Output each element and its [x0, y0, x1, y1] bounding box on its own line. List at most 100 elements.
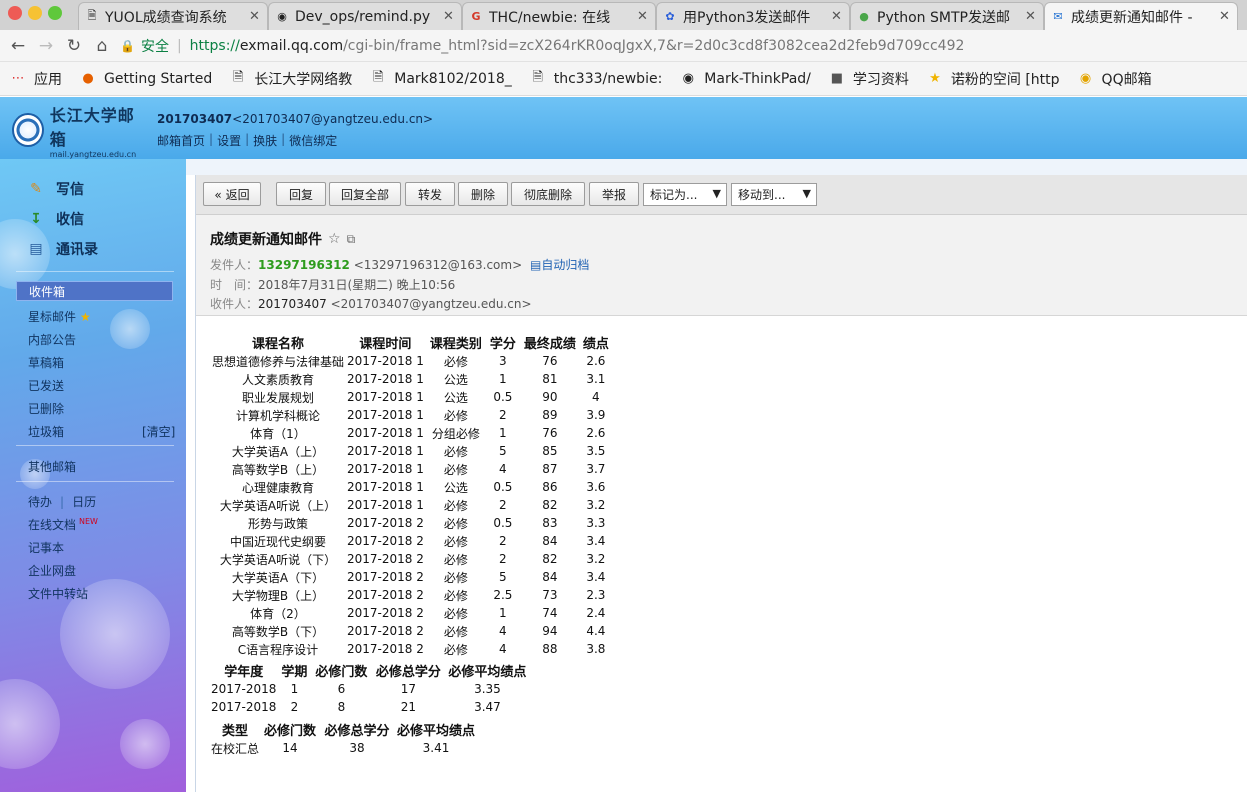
- table-cell: 2017-2018 2: [347, 642, 424, 656]
- reply-button[interactable]: 回复: [276, 182, 326, 206]
- table-cell: 必修: [443, 498, 468, 513]
- close-tab-icon[interactable]: ✕: [443, 9, 455, 24]
- browser-tab[interactable]: G THC/newbie: 在线 ✕: [462, 2, 656, 30]
- table-cell: C语言程序设计: [237, 642, 319, 657]
- delete-permanently-button[interactable]: 彻底删除: [511, 182, 585, 206]
- report-button[interactable]: 举报: [589, 182, 639, 206]
- folder-drafts[interactable]: 草稿箱: [28, 354, 64, 371]
- settings-link[interactable]: 设置: [217, 132, 241, 149]
- bookmark-item[interactable]: 🗎 thc333/newbie:: [530, 70, 663, 87]
- minimize-window-button[interactable]: [28, 6, 42, 20]
- todo-link[interactable]: 待办 | 日历: [28, 493, 96, 510]
- close-window-button[interactable]: [8, 6, 22, 20]
- from-line: 发件人：13297196312 <13297196312@163.com> ▤自…: [210, 258, 590, 272]
- folder-inbox[interactable]: 收件箱: [16, 281, 173, 301]
- table-cell: 3.41: [422, 741, 450, 755]
- table-cell: 4: [499, 624, 507, 638]
- browser-tab[interactable]: ● Python SMTP发送邮 ✕: [850, 2, 1044, 30]
- bookmark-folder[interactable]: ■ 学习资料: [829, 69, 909, 89]
- back-button[interactable]: « 返回: [203, 182, 261, 206]
- file-transfer-link[interactable]: 文件中转站: [28, 585, 88, 602]
- table-cell: 2017-2018 1: [347, 498, 424, 512]
- table-cell: 4: [499, 642, 507, 656]
- address-bar[interactable]: 🔒 安全 | https:// exmail.qq.com /cgi-bin/f…: [120, 33, 1247, 59]
- sender-name[interactable]: 13297196312: [258, 258, 350, 272]
- table-cell: 高等数学B（上）: [231, 462, 325, 477]
- folder-starred[interactable]: 星标邮件 ★: [28, 308, 91, 325]
- table-cell: 2017-2018 1: [347, 372, 424, 386]
- table-cell: 思想道德修养与法律基础: [211, 354, 344, 369]
- paw-icon: ✿: [665, 10, 675, 23]
- bookmark-item[interactable]: ★ 诺粉的空间 [http: [927, 69, 1059, 89]
- mail-home-link[interactable]: 邮箱首页: [157, 132, 205, 149]
- bookmark-item[interactable]: 🗎 Mark8102/2018_: [370, 70, 512, 87]
- reload-icon[interactable]: ↻: [64, 36, 84, 56]
- browser-tab-active[interactable]: ✉ 成绩更新通知邮件 - ✕: [1044, 2, 1238, 30]
- close-tab-icon[interactable]: ✕: [249, 9, 261, 24]
- browser-tab-strip: 🗎 YUOL成绩查询系统 ✕ ◉ Dev_ops/remind.py ✕ G T…: [0, 0, 1247, 30]
- table-cell: 2017-2018 1: [347, 444, 424, 458]
- column-header: 必修平均绩点: [448, 665, 527, 680]
- wechat-bind-link[interactable]: 微信绑定: [289, 132, 337, 149]
- close-tab-icon[interactable]: ✕: [637, 9, 649, 24]
- netdisk-link[interactable]: 企业网盘: [28, 562, 76, 579]
- star-outline-icon[interactable]: ☆: [328, 231, 341, 247]
- compose-button[interactable]: ✎ 写信: [26, 179, 84, 199]
- recipient-name: 201703407: [258, 297, 327, 311]
- close-tab-icon[interactable]: ✕: [831, 9, 843, 24]
- folder-sent[interactable]: 已发送: [28, 377, 64, 394]
- auto-archive-link[interactable]: ▤自动归档: [530, 258, 589, 272]
- forward-button[interactable]: 转发: [405, 182, 455, 206]
- maximize-window-button[interactable]: [48, 6, 62, 20]
- reply-all-button[interactable]: 回复全部: [329, 182, 401, 206]
- bookmark-item[interactable]: 🗎 长江大学网络教: [230, 69, 352, 89]
- table-cell: 必修: [443, 444, 468, 459]
- bookmark-item[interactable]: ◉ QQ邮箱: [1078, 69, 1152, 89]
- table-cell: 76: [542, 354, 558, 368]
- table-cell: 3.5: [586, 444, 606, 458]
- home-icon[interactable]: ⌂: [92, 36, 112, 56]
- delete-button[interactable]: 删除: [458, 182, 508, 206]
- tab-title: THC/newbie: 在线: [489, 9, 611, 26]
- mark-as-select[interactable]: 标记为... ▼: [643, 183, 727, 206]
- receive-button[interactable]: ↧ 收信: [26, 209, 84, 229]
- skin-link[interactable]: 换肤: [253, 132, 277, 149]
- clear-junk-link[interactable]: [清空]: [142, 423, 175, 440]
- popout-icon[interactable]: ⧉: [347, 232, 356, 247]
- close-tab-icon[interactable]: ✕: [1025, 9, 1037, 24]
- mail-header: 长江大学邮箱 mail.yangtzeu.edu.cn 201703407<20…: [0, 97, 1247, 159]
- browser-tab[interactable]: ✿ 用Python3发送邮件 ✕: [656, 2, 850, 30]
- online-docs-link[interactable]: 在线文档 NEW: [28, 516, 98, 533]
- table-cell: 必修: [443, 534, 468, 549]
- browser-tab[interactable]: ◉ Dev_ops/remind.py ✕: [268, 2, 462, 30]
- back-arrow-icon[interactable]: ←: [8, 36, 28, 56]
- tab-title: 成绩更新通知邮件 -: [1071, 9, 1193, 26]
- table-cell: 81: [542, 372, 558, 386]
- university-logo[interactable]: 长江大学邮箱 mail.yangtzeu.edu.cn: [12, 106, 144, 159]
- folder-notice[interactable]: 内部公告: [28, 331, 76, 348]
- bookmark-apps[interactable]: ⋯ 应用: [10, 69, 63, 89]
- notes-link[interactable]: 记事本: [28, 539, 64, 556]
- new-badge: NEW: [79, 517, 98, 526]
- calendar-link[interactable]: 日历: [72, 495, 96, 509]
- table-cell: 2017-2018: [211, 682, 277, 696]
- forward-arrow-icon[interactable]: →: [36, 36, 56, 56]
- other-mailbox[interactable]: 其他邮箱: [28, 458, 76, 475]
- table-cell: 2017-2018 1: [347, 390, 424, 404]
- close-tab-icon[interactable]: ✕: [1219, 9, 1231, 24]
- bookmark-item[interactable]: ◉ Mark-ThinkPad/: [680, 71, 811, 87]
- page-icon: 🗎: [87, 9, 97, 22]
- folder-junk[interactable]: 垃圾箱: [28, 423, 64, 440]
- folder-deleted[interactable]: 已删除: [28, 400, 64, 417]
- browser-tab[interactable]: 🗎 YUOL成绩查询系统 ✕: [78, 2, 268, 30]
- table-cell: 2: [499, 408, 507, 422]
- table-cell: 分组必修: [431, 426, 480, 441]
- table-cell: 38: [349, 741, 365, 755]
- move-to-select[interactable]: 移动到... ▼: [731, 183, 817, 206]
- bookmark-item[interactable]: ● Getting Started: [80, 71, 212, 87]
- column-header: 必修门数: [264, 724, 317, 739]
- table-cell: 2: [290, 700, 299, 714]
- table-cell: 人文素质教育: [241, 372, 314, 387]
- table-cell: 3.8: [586, 642, 606, 656]
- contacts-button[interactable]: ▤ 通讯录: [26, 239, 98, 259]
